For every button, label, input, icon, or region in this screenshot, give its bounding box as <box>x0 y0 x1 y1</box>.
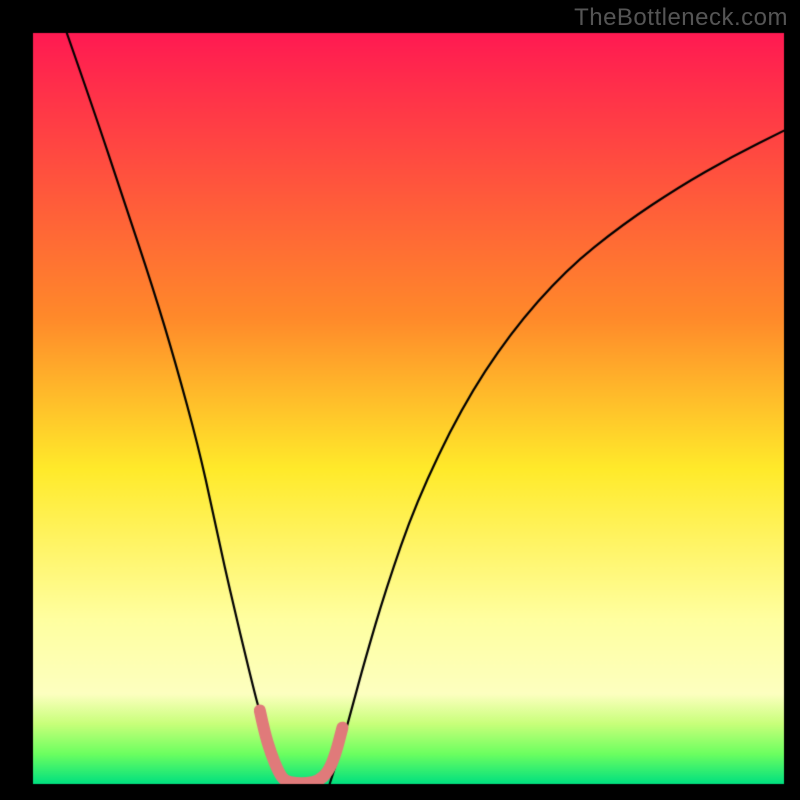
watermark-text: TheBottleneck.com <box>574 4 788 32</box>
bottleneck-chart-canvas <box>0 0 800 800</box>
chart-container: TheBottleneck.com <box>0 0 800 800</box>
